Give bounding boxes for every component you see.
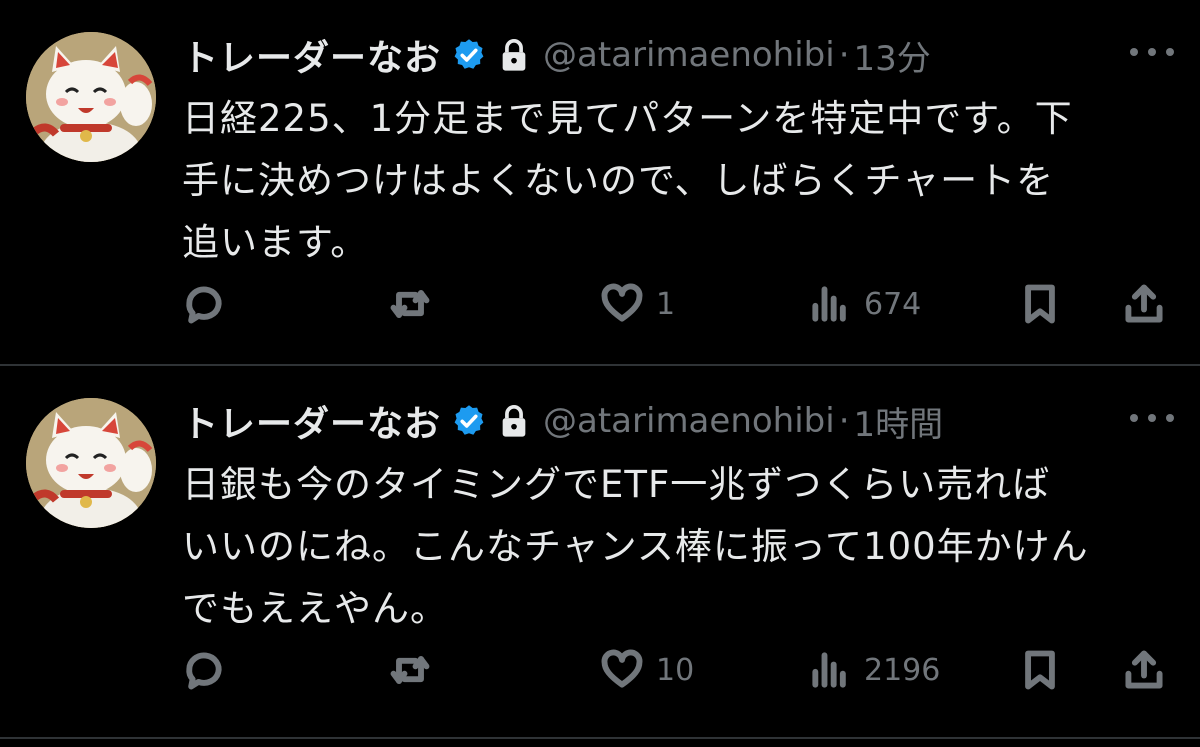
tweet-actions: 1 674 <box>182 272 1172 336</box>
reply-button[interactable] <box>182 638 226 702</box>
separator-dot: · <box>838 35 850 75</box>
tweet-divider <box>0 737 1200 739</box>
retweet-button[interactable] <box>388 272 432 336</box>
reply-icon <box>186 652 222 690</box>
user-handle[interactable]: @atarimaenohibi <box>543 401 835 441</box>
views-icon <box>812 652 846 688</box>
lock-icon <box>502 39 526 71</box>
avatar[interactable] <box>26 398 156 528</box>
more-options-icon[interactable] <box>1130 40 1174 64</box>
retweet-icon <box>390 290 430 318</box>
avatar[interactable] <box>26 32 156 162</box>
tweet-text-line: でもええやん。 <box>182 587 448 630</box>
views-icon <box>812 286 846 322</box>
timestamp[interactable]: 1時間 <box>854 397 944 446</box>
share-button[interactable] <box>1122 272 1166 336</box>
tweet-text-line: 手に決めつけはよくないので、しばらくチャートを <box>182 159 1055 202</box>
tweet-text-line: 日銀も今のタイミングでETF一兆ずつくらい売れば <box>182 463 1051 506</box>
tweet-text: 日経225、1分足まで見てパターンを特定中です。下 手に決めつけはよくないので、… <box>182 88 1172 274</box>
heart-icon <box>601 649 643 688</box>
timestamp[interactable]: 13分 <box>854 31 931 80</box>
tweet-actions: 10 2196 <box>182 638 1172 702</box>
share-button[interactable] <box>1122 638 1166 702</box>
share-icon <box>1125 650 1163 689</box>
views-button[interactable]: 2196 <box>808 638 940 702</box>
tweet-header: トレーダーなお @atarimaenohibi · 1時間 <box>182 394 1142 448</box>
like-button[interactable]: 1 <box>600 272 675 336</box>
lucky-cat-avatar-image <box>26 32 156 162</box>
more-options-icon[interactable] <box>1130 406 1174 430</box>
like-count: 1 <box>656 286 676 322</box>
share-icon <box>1125 284 1163 323</box>
user-handle[interactable]: @atarimaenohibi <box>543 35 835 75</box>
reply-icon <box>186 286 222 324</box>
lucky-cat-avatar-image <box>26 398 156 528</box>
tweet-header: トレーダーなお @atarimaenohibi · 13分 <box>182 28 1142 82</box>
reply-button[interactable] <box>182 272 226 336</box>
display-name[interactable]: トレーダーなお <box>182 395 441 447</box>
views-button[interactable]: 674 <box>808 272 921 336</box>
bookmark-icon <box>1025 284 1055 324</box>
tweet[interactable]: トレーダーなお @atarimaenohibi · 13分 日経225、1分足ま… <box>0 0 1200 364</box>
retweet-button[interactable] <box>388 638 432 702</box>
tweet-text-line: いいのにね。こんなチャンス棒に振って100年かけん <box>182 525 1089 568</box>
view-count: 2196 <box>864 652 941 688</box>
tweet[interactable]: トレーダーなお @atarimaenohibi · 1時間 日銀も今のタイミング… <box>0 366 1200 736</box>
heart-icon <box>601 283 643 322</box>
display-name[interactable]: トレーダーなお <box>182 29 441 81</box>
bookmark-icon <box>1025 650 1055 690</box>
bookmark-button[interactable] <box>1018 272 1062 336</box>
view-count: 674 <box>864 286 922 322</box>
separator-dot: · <box>838 401 850 441</box>
like-button[interactable]: 10 <box>600 638 694 702</box>
tweet-text-line: 追います。 <box>182 221 369 264</box>
like-count: 10 <box>656 652 695 688</box>
tweet-text-line: 日経225、1分足まで見てパターンを特定中です。下 <box>182 97 1073 140</box>
verified-badge-icon <box>454 405 484 435</box>
bookmark-button[interactable] <box>1018 638 1062 702</box>
verified-badge-icon <box>454 39 484 69</box>
tweet-text: 日銀も今のタイミングでETF一兆ずつくらい売れば いいのにね。こんなチャンス棒に… <box>182 454 1172 640</box>
retweet-icon <box>390 656 430 684</box>
lock-icon <box>502 405 526 437</box>
